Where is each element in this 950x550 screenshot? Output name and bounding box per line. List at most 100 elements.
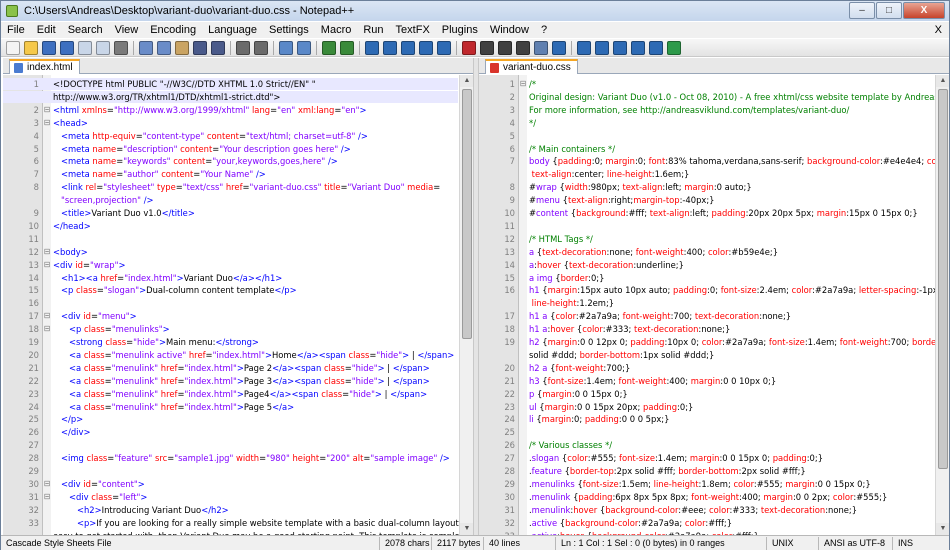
code-line[interactable]: 21 h3 {font-size:1.4em; font-weight:400; … bbox=[479, 375, 934, 387]
tfx-2-icon[interactable] bbox=[595, 40, 609, 55]
menu-plugins[interactable]: Plugins bbox=[436, 22, 484, 38]
menu-edit[interactable]: Edit bbox=[31, 22, 62, 38]
print-icon[interactable] bbox=[114, 40, 128, 55]
code-line[interactable]: 9 #menu {text-align:right;margin-top:-40p… bbox=[479, 194, 934, 206]
code-line[interactable]: 21 <a class="menulink" href="index.html"… bbox=[3, 362, 458, 374]
scroll-down-arrow-icon[interactable]: ▼ bbox=[460, 523, 473, 535]
redo-icon[interactable] bbox=[211, 40, 225, 55]
code-line[interactable]: 31 ⊟ <div class="left"> bbox=[3, 491, 458, 503]
menu-language[interactable]: Language bbox=[202, 22, 263, 38]
indent-guide-icon[interactable] bbox=[401, 40, 415, 55]
tfx-6-icon[interactable] bbox=[667, 40, 681, 55]
find-icon[interactable] bbox=[236, 40, 250, 55]
code-line[interactable]: 14 <h1><a href="index.html">Variant Duo<… bbox=[3, 272, 458, 284]
right-code-editor[interactable]: 1 ⊟/* 2 Original design: Variant Duo (v1.0 … bbox=[479, 75, 949, 535]
fold-toggle-icon[interactable]: ⊟ bbox=[43, 104, 51, 116]
code-line[interactable]: 29 bbox=[3, 465, 458, 477]
record-macro-icon[interactable] bbox=[462, 40, 476, 55]
fold-toggle-icon[interactable]: ⊟ bbox=[519, 78, 527, 90]
code-line[interactable]: 22 <a class="menulink" href="index.html"… bbox=[3, 375, 458, 387]
save-icon[interactable] bbox=[42, 40, 56, 55]
play-multiple-icon[interactable] bbox=[516, 40, 530, 55]
tab-variant-duo-css[interactable]: variant-duo.css bbox=[485, 59, 578, 74]
code-line[interactable]: 2 ⊟ <html xmlns="http://www.w3.org/1999/xh… bbox=[3, 104, 458, 116]
play-macro-icon[interactable] bbox=[498, 40, 512, 55]
zoom-out-icon[interactable] bbox=[297, 40, 311, 55]
code-line[interactable]: 24 li {margin:0; padding:0 0 0 5px;} bbox=[479, 413, 934, 425]
code-line[interactable]: 19 <strong class="hide">Main menu:</stro… bbox=[3, 336, 458, 348]
code-line[interactable]: 4 <meta http-equiv="content-type" conten… bbox=[3, 130, 458, 142]
tfx-3-icon[interactable] bbox=[613, 40, 627, 55]
code-line[interactable]: 3 For more information, see http://andrea… bbox=[479, 104, 934, 116]
code-line[interactable]: 29 .menulinks {font-size:1.5em; line-heig… bbox=[479, 478, 934, 490]
code-line[interactable]: 13 ⊟ <div id="wrap"> bbox=[3, 259, 458, 271]
code-line[interactable]: 27 .slogan {color:#555; font-size:1.4em; … bbox=[479, 452, 934, 464]
replace-icon[interactable] bbox=[254, 40, 268, 55]
menu-view[interactable]: View bbox=[109, 22, 145, 38]
close-document-button[interactable]: X bbox=[928, 24, 949, 36]
tab-index-html[interactable]: index.html bbox=[9, 59, 80, 74]
word-wrap-icon[interactable] bbox=[365, 40, 379, 55]
code-line[interactable]: 33 <p>If you are looking for a really si… bbox=[3, 517, 473, 529]
tfx-4-icon[interactable] bbox=[631, 40, 645, 55]
fold-toggle-icon[interactable]: ⊟ bbox=[43, 491, 51, 503]
code-line[interactable]: 8 <link rel="stylesheet" type="text/css"… bbox=[3, 181, 458, 193]
undo-icon[interactable] bbox=[193, 40, 207, 55]
code-line[interactable]: 19 h2 {margin:0 0 12px 0; padding:10px 0;… bbox=[479, 336, 949, 348]
scroll-down-arrow-icon[interactable]: ▼ bbox=[936, 523, 949, 535]
code-line[interactable]: http://www.w3.org/TR/xhtml1/DTD/xhtml1-s… bbox=[3, 90, 458, 103]
code-line[interactable]: 1 ⊟/* bbox=[479, 78, 934, 90]
user-lang-icon[interactable] bbox=[419, 40, 433, 55]
code-line[interactable]: 20 h2 a {font-weight:700;} bbox=[479, 362, 934, 374]
code-line[interactable]: 5 bbox=[479, 130, 934, 142]
status-encoding[interactable]: ANSI as UTF-8 bbox=[818, 536, 892, 550]
code-line[interactable]: 14 a:hover {text-decoration:underline;} bbox=[479, 259, 934, 271]
code-line[interactable]: 10 </head> bbox=[3, 220, 458, 232]
fold-toggle-icon[interactable]: ⊟ bbox=[43, 246, 51, 258]
code-line[interactable]: 11 bbox=[479, 220, 934, 232]
left-vertical-scrollbar[interactable]: ▲ ▼ bbox=[459, 75, 473, 535]
menu-file[interactable]: File bbox=[1, 22, 31, 38]
code-line[interactable]: 18 h1 a:hover {color:#333; text-decoratio… bbox=[479, 323, 934, 335]
doc-map-icon[interactable] bbox=[437, 40, 451, 55]
code-line[interactable]: 23 <a class="menulink" href="index.html"… bbox=[3, 388, 458, 400]
save-all-icon[interactable] bbox=[60, 40, 74, 55]
menu-window[interactable]: Window bbox=[484, 22, 535, 38]
code-line[interactable]: 12 /* HTML Tags */ bbox=[479, 233, 934, 245]
code-line[interactable]: 6 <meta name="keywords" content="your,ke… bbox=[3, 155, 458, 167]
scroll-thumb[interactable] bbox=[462, 89, 472, 339]
code-line[interactable]: 8 #wrap {width:980px; text-align:left; ma… bbox=[479, 181, 934, 193]
cut-icon[interactable] bbox=[139, 40, 153, 55]
scroll-thumb[interactable] bbox=[938, 89, 948, 469]
code-line[interactable]: 27 bbox=[3, 439, 458, 451]
close-icon[interactable] bbox=[78, 40, 92, 55]
code-line[interactable]: 26 </div> bbox=[3, 426, 458, 438]
code-line[interactable]: 13 a {text-decoration:none; font-weight:4… bbox=[479, 246, 934, 258]
fold-toggle-icon[interactable]: ⊟ bbox=[43, 323, 51, 335]
menu-search[interactable]: Search bbox=[62, 22, 109, 38]
save-macro-icon[interactable] bbox=[534, 40, 548, 55]
code-line[interactable]: line-height:1.2em;} bbox=[479, 297, 934, 309]
copy-icon[interactable] bbox=[157, 40, 171, 55]
code-line[interactable]: 6 /* Main containers */ bbox=[479, 143, 934, 155]
code-line[interactable]: 30 .menulink {padding:6px 8px 5px 8px; fo… bbox=[479, 491, 934, 503]
code-line[interactable]: 12 ⊟ <body> bbox=[3, 246, 458, 258]
code-line[interactable]: 17 ⊟ <div id="menu"> bbox=[3, 310, 458, 322]
menu-textfx[interactable]: TextFX bbox=[390, 22, 436, 38]
run-icon[interactable] bbox=[552, 40, 566, 55]
tfx-5-icon[interactable] bbox=[649, 40, 663, 55]
code-line[interactable]: 25 bbox=[479, 426, 934, 438]
open-file-icon[interactable] bbox=[24, 40, 38, 55]
code-line[interactable]: 4 */ bbox=[479, 117, 934, 129]
stop-record-icon[interactable] bbox=[480, 40, 494, 55]
code-line[interactable]: "screen,projection" /> bbox=[3, 194, 458, 206]
left-code-editor[interactable]: 1 <!DOCTYPE html PUBLIC "-//W3C//DTD XHTM… bbox=[3, 75, 473, 535]
code-line[interactable]: 15 a img {border:0;} bbox=[479, 272, 934, 284]
code-line[interactable]: 17 h1 a {color:#2a7a9a; font-weight:700; … bbox=[479, 310, 934, 322]
status-mode[interactable]: INS bbox=[892, 536, 932, 550]
menu-encoding[interactable]: Encoding bbox=[144, 22, 202, 38]
code-line[interactable]: 7 <meta name="author" content="Your Name… bbox=[3, 168, 458, 180]
fold-toggle-icon[interactable]: ⊟ bbox=[43, 478, 51, 490]
right-vertical-scrollbar[interactable]: ▲ ▼ bbox=[935, 75, 949, 535]
code-line[interactable]: solid #ddd; border-bottom:1px solid #ddd… bbox=[479, 349, 934, 361]
